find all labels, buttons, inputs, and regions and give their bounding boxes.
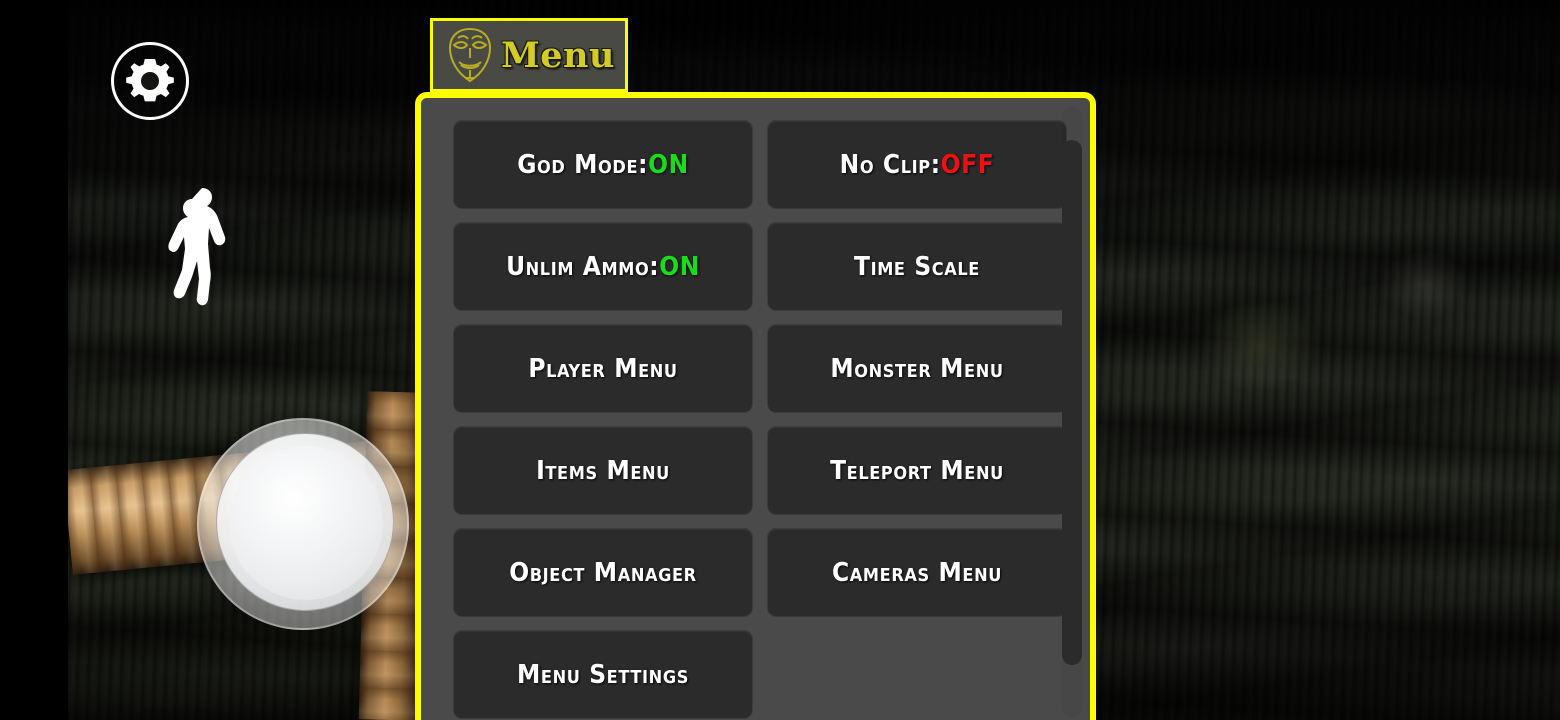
mod-button-god-mode[interactable]: God Mode:ON <box>453 120 753 209</box>
grid-empty-cell <box>767 630 1067 719</box>
mod-button-items-menu[interactable]: Items Menu <box>453 426 753 515</box>
moss-patch <box>1380 250 1470 320</box>
joystick-knob[interactable] <box>216 433 394 611</box>
player-silhouette-icon <box>158 186 242 318</box>
settings-button[interactable] <box>111 42 189 120</box>
mod-menu-button-grid: God Mode:ON No Clip:OFF Unlim Ammo:ON Time … <box>453 120 1067 719</box>
movement-joystick[interactable] <box>197 418 409 630</box>
mod-button-menu-settings[interactable]: Menu Settings <box>453 630 753 719</box>
mod-button-cameras-menu[interactable]: Cameras Menu <box>767 528 1067 617</box>
mod-button-value: OFF <box>940 149 995 180</box>
mod-button-label: Menu Settings <box>517 659 689 690</box>
mod-button-label: Object Manager <box>509 557 697 588</box>
mod-menu-header[interactable]: Menu <box>430 18 628 92</box>
mod-menu-panel: God Mode:ON No Clip:OFF Unlim Ammo:ON Time … <box>415 92 1096 720</box>
mod-button-time-scale[interactable]: Time Scale <box>767 222 1067 311</box>
mod-button-object-manager[interactable]: Object Manager <box>453 528 753 617</box>
game-screen: Menu God Mode:ON No Clip:OFF Unlim Ammo:ON… <box>0 0 1560 720</box>
mod-button-label: No Clip:OFF <box>839 149 995 180</box>
mod-button-label: Monster Menu <box>830 353 1004 384</box>
mod-menu-scroll-area: God Mode:ON No Clip:OFF Unlim Ammo:ON Time … <box>421 98 1090 720</box>
mod-button-teleport-menu[interactable]: Teleport Menu <box>767 426 1067 515</box>
anonymous-mask-icon <box>445 26 495 84</box>
mod-button-value: ON <box>648 149 689 180</box>
mod-button-label: Time Scale <box>854 251 980 282</box>
mod-button-unlim-ammo[interactable]: Unlim Ammo:ON <box>453 222 753 311</box>
mod-button-label: Items Menu <box>536 455 670 486</box>
mod-button-label: God Mode:ON <box>517 149 689 180</box>
mod-button-label: Cameras Menu <box>832 557 1002 588</box>
mod-button-label: Player Menu <box>528 353 678 384</box>
mod-menu-title: Menu <box>501 34 615 76</box>
gear-icon <box>124 55 176 107</box>
dark-wall-edge <box>0 0 68 720</box>
joystick-knob-inner <box>229 446 383 600</box>
mod-button-monster-menu[interactable]: Monster Menu <box>767 324 1067 413</box>
panel-scrollbar-thumb[interactable] <box>1062 140 1082 665</box>
mod-button-no-clip[interactable]: No Clip:OFF <box>767 120 1067 209</box>
mod-button-value: ON <box>659 251 700 282</box>
mod-button-label: Unlim Ammo:ON <box>506 251 700 282</box>
mod-button-player-menu[interactable]: Player Menu <box>453 324 753 413</box>
mod-button-label: Teleport Menu <box>830 455 1004 486</box>
panel-scrollbar-track[interactable] <box>1062 106 1082 718</box>
moss-patch <box>1200 300 1320 390</box>
